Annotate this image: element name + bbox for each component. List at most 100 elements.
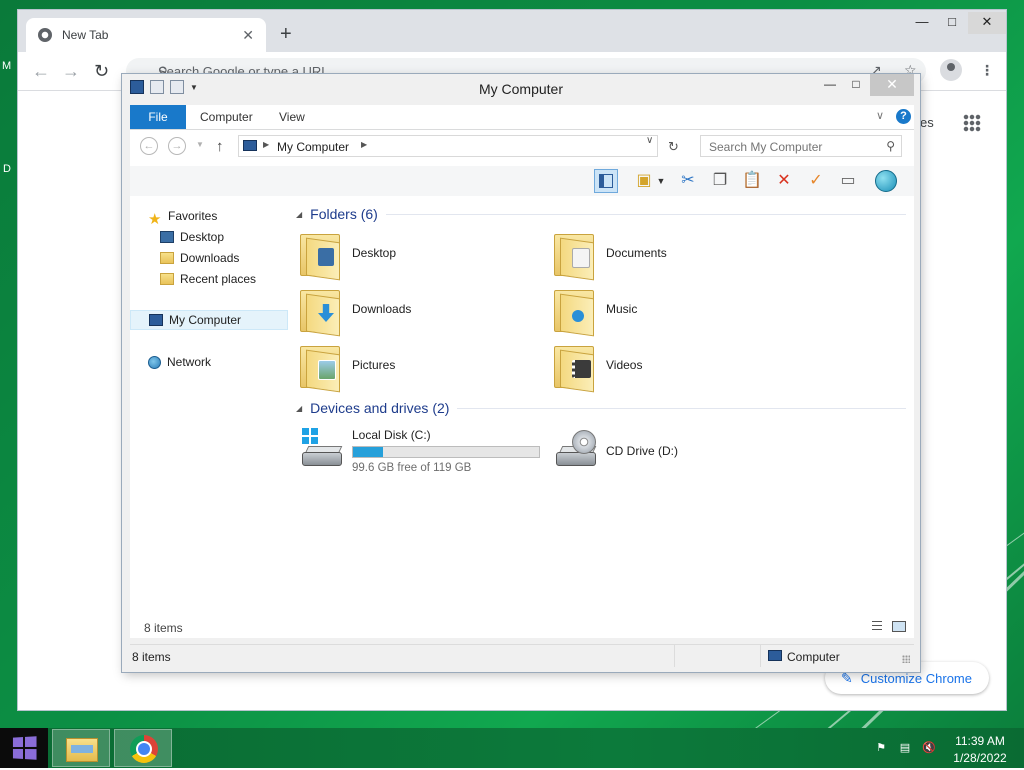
clock-date[interactable]: 1/28/2022 <box>940 751 1020 765</box>
back-arrow-icon[interactable]: ← <box>32 62 50 80</box>
preview-pane-icon[interactable] <box>594 169 618 193</box>
refresh-icon[interactable]: ↻ <box>668 139 679 155</box>
item-count: 8 items <box>144 621 183 635</box>
forward-button[interactable]: → <box>168 137 186 155</box>
taskbar-chrome-button[interactable] <box>114 729 172 767</box>
search-box[interactable]: ⚲ <box>700 135 902 157</box>
tab-title: New Tab <box>62 28 109 42</box>
explorer-close-button[interactable]: ✕ <box>870 74 914 96</box>
desktop-icon-label-fragment: M <box>2 60 12 72</box>
folder-label: Documents <box>606 246 667 260</box>
group-header-devices[interactable]: ◢ Devices and drives (2) <box>296 400 906 416</box>
computer-icon <box>768 650 782 661</box>
tab-close-icon[interactable]: ✕ <box>242 27 254 44</box>
folder-tile-downloads[interactable]: Downloads <box>300 286 550 338</box>
up-arrow-icon[interactable]: ↑ <box>216 138 224 155</box>
status-divider <box>674 645 675 667</box>
action-center-flag-icon[interactable]: ⚑ <box>874 742 888 754</box>
navigation-pane: ★ Favorites Desktop Downloads Recent pla… <box>130 196 288 616</box>
explorer-minimize-button[interactable]: — <box>818 74 842 96</box>
ribbon-expand-chevron-icon[interactable]: ∨ <box>876 109 884 122</box>
chrome-minimize-button[interactable]: — <box>906 12 938 34</box>
chrome-menu-icon[interactable]: ⋮ <box>980 62 994 79</box>
tab-file[interactable]: File <box>130 105 186 129</box>
videos-folder-icon <box>554 344 594 393</box>
address-dropdown-icon[interactable]: ∨ <box>646 135 653 146</box>
folder-tile-desktop[interactable]: Desktop <box>300 230 550 282</box>
drive-tile-local-disk[interactable]: Local Disk (C:) 99.6 GB free of 119 GB <box>300 426 550 486</box>
downloads-folder-icon <box>300 288 340 337</box>
address-bar[interactable]: ▶ My Computer ▶ <box>238 135 658 157</box>
folder-tile-videos[interactable]: Videos <box>554 342 804 394</box>
folder-tile-documents[interactable]: Documents <box>554 230 804 282</box>
globe-icon[interactable] <box>874 169 898 193</box>
collapse-triangle-icon[interactable]: ◢ <box>296 210 302 219</box>
search-input[interactable] <box>707 139 876 155</box>
group-header-folders[interactable]: ◢ Folders (6) <box>296 206 906 222</box>
forward-arrow-icon[interactable]: → <box>62 62 80 80</box>
profile-avatar-icon[interactable] <box>940 59 962 81</box>
taskbar-file-explorer-button[interactable] <box>52 729 110 767</box>
sidebar-item-my-computer[interactable]: My Computer <box>130 310 288 330</box>
collapse-triangle-icon[interactable]: ◢ <box>296 404 302 413</box>
folder-tile-pictures[interactable]: Pictures <box>300 342 550 394</box>
back-button[interactable]: ← <box>140 137 158 155</box>
reload-icon[interactable]: ↻ <box>94 62 109 80</box>
explorer-maximize-button[interactable]: □ <box>844 74 868 96</box>
tab-computer[interactable]: Computer <box>200 105 253 129</box>
status-location: Computer <box>787 650 840 664</box>
sidebar-item-label: Network <box>167 355 212 369</box>
checkmark-icon[interactable]: ✓ <box>804 169 828 193</box>
breadcrumb-separator-icon[interactable]: ▶ <box>361 140 367 149</box>
large-icons-view-icon[interactable] <box>892 621 906 632</box>
group-header-label: Folders (6) <box>310 206 378 222</box>
sidebar-item-label: Recent places <box>180 272 257 286</box>
drive-label: CD Drive (D:) <box>606 444 678 458</box>
star-icon: ★ <box>148 211 162 228</box>
drive-tile-cd-drive[interactable]: CD Drive (D:) <box>554 426 804 486</box>
group-header-label: Devices and drives (2) <box>310 400 450 416</box>
command-toolbar: ▣ ▼ ✂ ❐ 📋 ✕ ✓ ▭ <box>130 166 914 197</box>
chrome-tab-new-tab[interactable]: New Tab ✕ <box>26 18 266 52</box>
paste-icon[interactable]: 📋 <box>740 169 764 193</box>
rename-icon[interactable]: ▭ <box>836 169 860 193</box>
network-icon <box>148 355 161 369</box>
select-folder-icon[interactable]: ▣ <box>632 169 656 193</box>
copy-icon[interactable]: ❐ <box>708 169 732 193</box>
help-icon[interactable]: ? <box>896 109 911 124</box>
chrome-maximize-button[interactable]: □ <box>936 12 968 34</box>
network-tray-icon[interactable]: ▤ <box>898 742 912 754</box>
sidebar-item-label: My Computer <box>169 313 242 327</box>
breadcrumb-separator-icon[interactable]: ▶ <box>263 140 269 149</box>
recent-locations-dropdown-icon[interactable]: ▼ <box>196 140 204 149</box>
shortcut-label-fragment: es <box>920 115 934 130</box>
start-button[interactable] <box>0 728 48 768</box>
recent-places-icon <box>160 273 174 285</box>
volume-muted-icon[interactable]: 🔇 <box>922 742 936 754</box>
computer-icon <box>149 314 163 326</box>
sidebar-item-label: Desktop <box>180 230 225 244</box>
status-divider <box>760 645 761 667</box>
documents-folder-icon <box>554 232 594 281</box>
computer-icon <box>243 140 257 151</box>
ribbon-tab-bar: File Computer View ∨ ? <box>130 105 914 130</box>
sidebar-item-favorites[interactable]: ★ Favorites <box>130 206 306 228</box>
details-view-icon[interactable] <box>868 621 882 632</box>
tab-view[interactable]: View <box>279 105 305 129</box>
breadcrumb-my-computer[interactable]: My Computer <box>277 140 349 154</box>
dropdown-arrow-icon[interactable]: ▼ <box>654 169 668 193</box>
folder-tile-music[interactable]: Music <box>554 286 804 338</box>
new-tab-button[interactable]: + <box>280 24 292 44</box>
sidebar-item-label: Favorites <box>168 209 218 223</box>
google-apps-grid-icon[interactable] <box>963 114 981 132</box>
folder-label: Music <box>606 302 638 316</box>
cut-icon[interactable]: ✂ <box>676 169 700 193</box>
search-icon: ⚲ <box>886 139 895 153</box>
chrome-close-button[interactable]: ✕ <box>968 12 1006 34</box>
delete-icon[interactable]: ✕ <box>772 169 796 193</box>
customize-chrome-label: Customize Chrome <box>860 670 972 686</box>
status-item-count: 8 items <box>132 650 171 664</box>
clock-time[interactable]: 11:39 AM <box>940 734 1020 748</box>
resize-grip-icon[interactable] <box>902 655 910 663</box>
sidebar-item-network[interactable]: Network <box>130 352 306 372</box>
